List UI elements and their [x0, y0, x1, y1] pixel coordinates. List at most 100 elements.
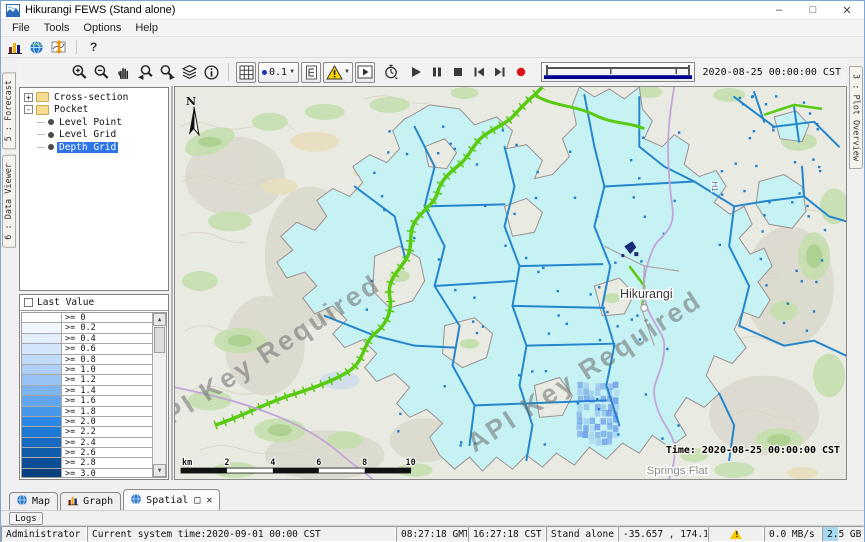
side-tab-forecast[interactable]: 5 : Forecast	[2, 72, 16, 149]
legend-row: >= 1.0	[22, 365, 152, 375]
close-button[interactable]: ✕	[830, 1, 864, 19]
tree-item-label: Depth Grid	[57, 142, 118, 153]
timer-icon[interactable]	[381, 62, 401, 82]
toolbar-separator	[228, 63, 229, 81]
left-panel: +Cross-section-PocketLevel PointLevel Gr…	[17, 86, 169, 480]
label-button[interactable]	[301, 62, 321, 83]
pan-icon[interactable]	[113, 62, 133, 82]
tree-branch-line	[37, 134, 45, 135]
grid-button[interactable]	[236, 62, 256, 83]
map-view[interactable]: API Key Required API Key Required Hikura…	[174, 86, 847, 480]
legend-threshold-label: >= 2.2	[62, 427, 96, 436]
pause-icon[interactable]	[428, 62, 447, 82]
legend-color-swatch	[22, 396, 62, 405]
tab-logs[interactable]: Logs	[9, 512, 43, 525]
legend-row: >= 0.4	[22, 334, 152, 344]
explorer-icon[interactable]	[6, 39, 23, 55]
zoom-next-icon[interactable]	[157, 62, 177, 82]
info-icon[interactable]	[201, 62, 221, 82]
menu-item-options[interactable]: Options	[76, 21, 128, 35]
tab-graph[interactable]: Graph	[60, 492, 121, 510]
tab-label: Spatial	[146, 495, 188, 506]
warning-dropdown[interactable]: ▼	[323, 62, 353, 83]
scrollbar-thumb[interactable]	[154, 327, 165, 353]
legend-row: >= 2.6	[22, 448, 152, 458]
node-bullet-icon	[48, 144, 54, 150]
legend-threshold-label: >= 1.0	[62, 365, 96, 374]
status-cell-2: 08:27:18 GMT	[396, 526, 468, 542]
legend-threshold-label: >= 0	[62, 313, 85, 322]
legend-threshold-label: >= 2.6	[62, 448, 96, 457]
tree-item-level-point[interactable]: Level Point	[20, 116, 168, 129]
menu-item-help[interactable]: Help	[128, 21, 165, 35]
tab-spatial[interactable]: Spatial □ ✕	[123, 489, 220, 510]
scale-tick-label: 2	[224, 457, 229, 467]
main-toolbar: ?	[1, 37, 864, 58]
play-icon[interactable]	[407, 62, 426, 82]
expand-icon[interactable]: +	[24, 93, 33, 102]
time-slider[interactable]	[541, 62, 695, 82]
record-icon[interactable]	[512, 62, 531, 82]
scale-unit-label: km	[182, 457, 192, 467]
collapse-icon[interactable]: -	[24, 105, 33, 114]
timeseries-dialog-icon[interactable]	[50, 39, 67, 55]
status-cell-7: 0.0 MB/s	[764, 526, 822, 542]
scroll-down-icon[interactable]: ▼	[153, 464, 166, 477]
status-cell-3: 16:27:18 CST	[468, 526, 546, 542]
tree-item-pocket[interactable]: -Pocket	[20, 104, 168, 117]
chevron-down-icon: ▼	[289, 69, 295, 75]
menu-bar: FileToolsOptionsHelp	[1, 20, 864, 37]
legend-color-swatch	[22, 334, 62, 343]
help-button[interactable]: ?	[86, 40, 101, 54]
zoom-previous-icon[interactable]	[135, 62, 155, 82]
scale-tick-label: 8	[362, 457, 367, 467]
layers-icon[interactable]	[179, 62, 199, 82]
legend-color-swatch	[22, 365, 62, 374]
tab-label: Graph	[83, 496, 113, 507]
node-bullet-icon	[48, 119, 54, 125]
chevron-down-icon: ▼	[344, 69, 350, 75]
tree-item-cross-section[interactable]: +Cross-section	[20, 91, 168, 104]
title-bar: Hikurangi FEWS (Stand alone) – □ ✕	[1, 1, 864, 20]
scale-tick-label: 4	[270, 457, 275, 467]
scale-dropdown[interactable]: 0.1▼	[258, 62, 299, 83]
legend-threshold-label: >= 1.6	[62, 396, 96, 405]
tree-item-level-grid[interactable]: Level Grid	[20, 129, 168, 142]
tree-item-label: Level Grid	[57, 129, 118, 140]
legend-row: >= 1.2	[22, 375, 152, 385]
tab-label: Map	[32, 496, 50, 507]
tree-item-depth-grid[interactable]: Depth Grid	[20, 141, 168, 154]
node-bullet-icon	[48, 132, 54, 138]
legend-row: >= 2.2	[22, 427, 152, 437]
menu-item-file[interactable]: File	[5, 21, 37, 35]
tab-maximize-icon[interactable]: □	[194, 495, 200, 506]
stop-icon[interactable]	[449, 62, 468, 82]
status-cell-1: Current system time:2020-09-01 00:00 CST	[87, 526, 396, 542]
minimize-button[interactable]: –	[762, 1, 796, 19]
last-frame-icon[interactable]	[491, 62, 510, 82]
maximize-button[interactable]: □	[796, 1, 830, 19]
zoom-out-icon[interactable]	[91, 62, 111, 82]
map-toolbar: 0.1▼▼ 2020-08-25 00:00:00 CST	[17, 58, 847, 86]
tab-close-icon[interactable]: ✕	[206, 495, 212, 506]
tree-branch-line	[37, 122, 45, 123]
legend-scrollbar[interactable]: ▲ ▼	[152, 313, 166, 477]
globe-icon	[16, 494, 28, 509]
first-frame-icon[interactable]	[470, 62, 489, 82]
side-tab-viewer[interactable]: 6 : Data Viewer	[2, 155, 16, 248]
spatial-display-icon[interactable]	[28, 39, 45, 55]
svg-text:N: N	[186, 95, 196, 108]
legend-row: >= 0	[22, 313, 152, 323]
status-cell-0: Administrator	[1, 526, 87, 542]
scroll-up-icon[interactable]: ▲	[153, 313, 166, 326]
scale-value: 0.1	[269, 67, 287, 78]
zoom-in-icon[interactable]	[69, 62, 89, 82]
side-tab-plot-overview[interactable]: 3 : Plot Overview	[849, 66, 863, 169]
map-canvas[interactable]: API Key Required API Key Required Hikura…	[175, 87, 846, 479]
animation-button[interactable]	[355, 62, 375, 83]
menu-item-tools[interactable]: Tools	[37, 21, 77, 35]
legend-row: >= 1.8	[22, 407, 152, 417]
scale-tick-label: 6	[316, 457, 321, 467]
last-value-checkbox[interactable]	[24, 298, 33, 307]
tab-map[interactable]: Map	[9, 492, 58, 510]
